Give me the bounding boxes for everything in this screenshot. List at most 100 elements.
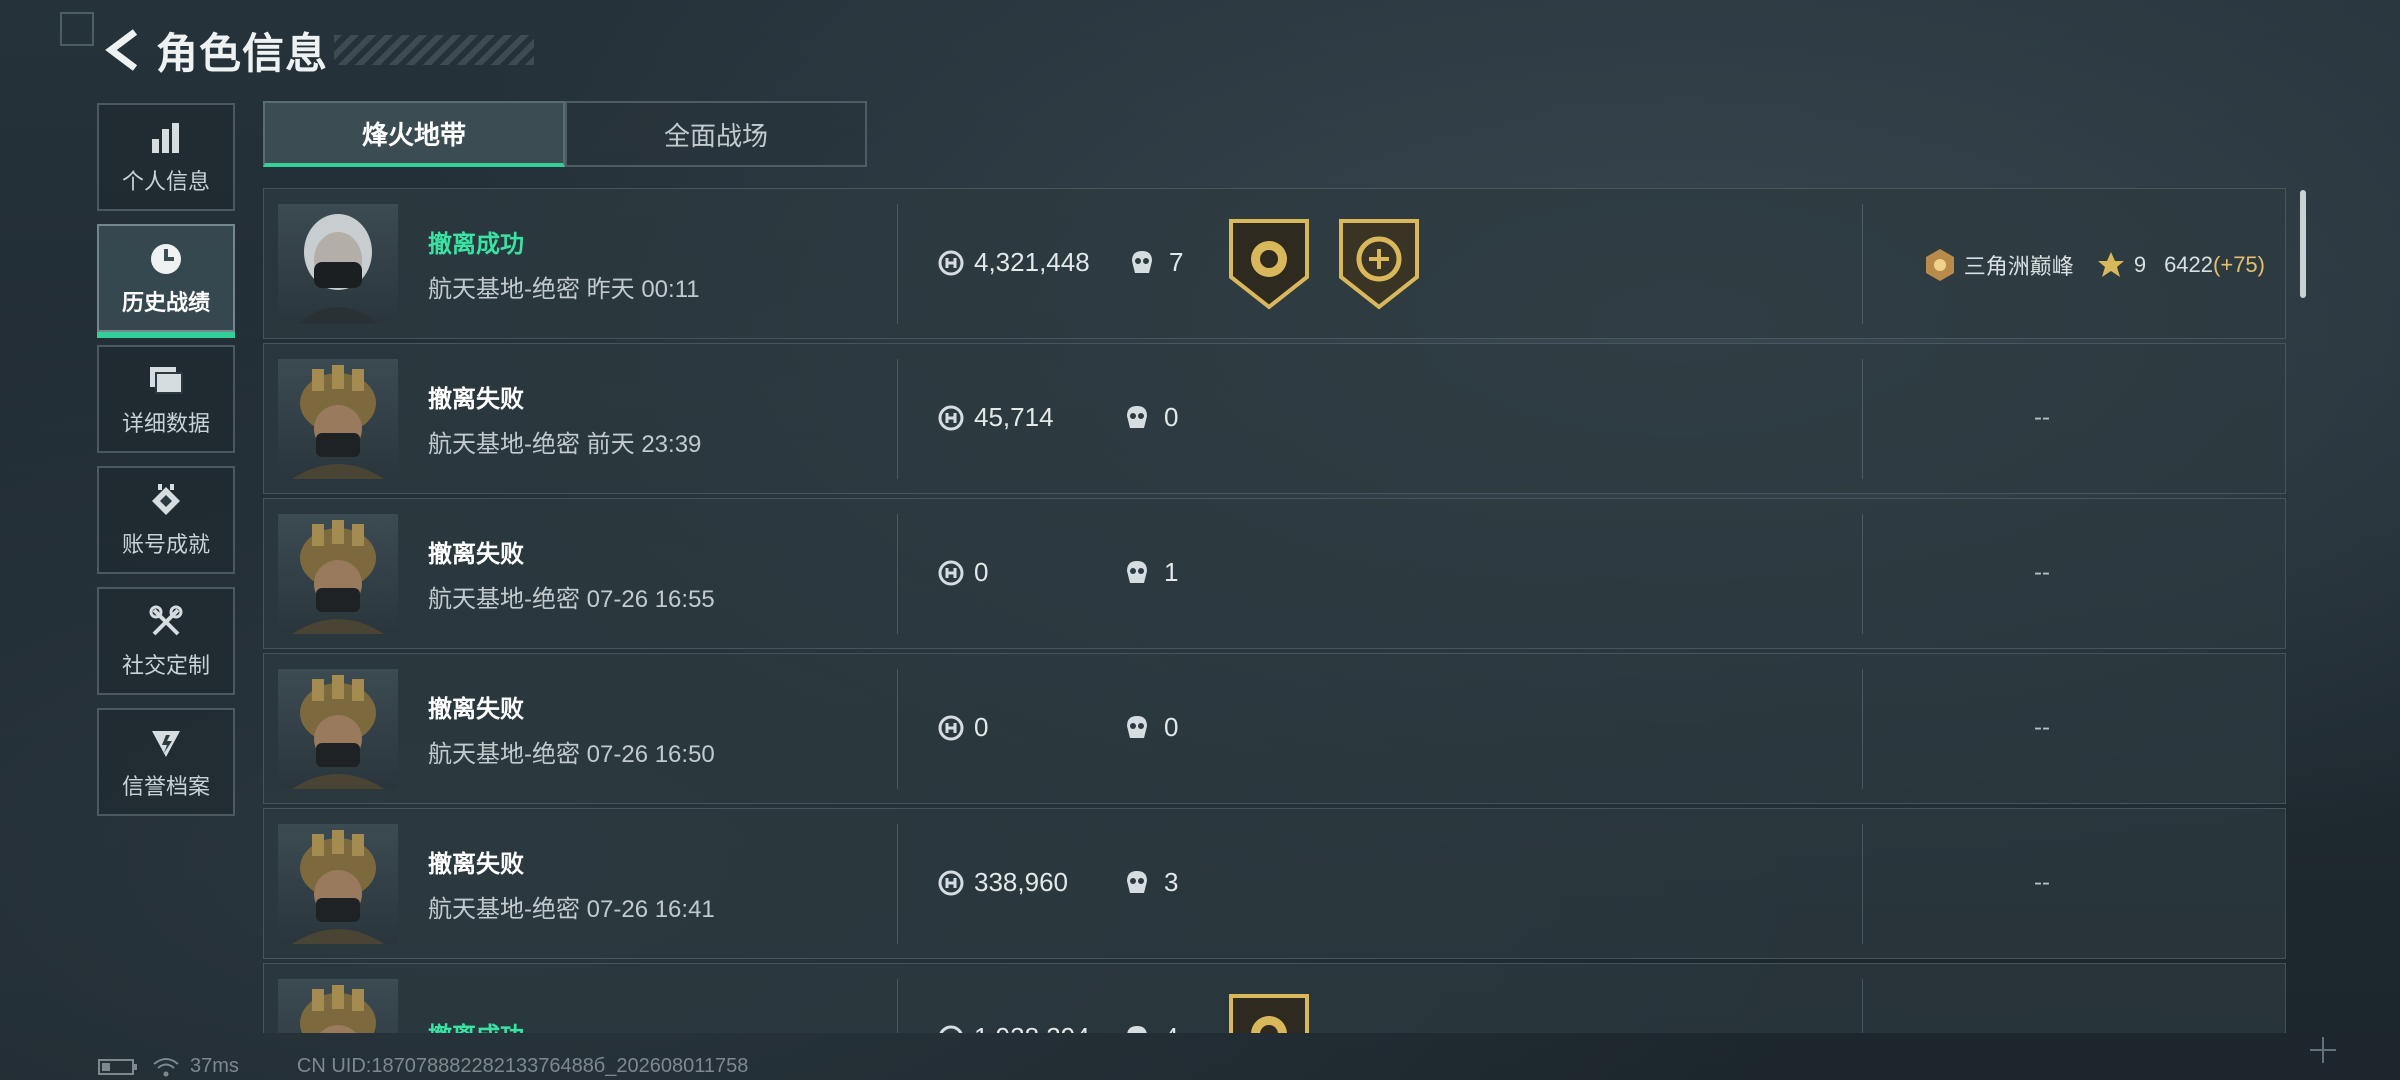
kills-value: 4: [1164, 1022, 1178, 1033]
sidebar-item-personal-info[interactable]: 个人信息: [97, 103, 235, 211]
map-and-time: 航天基地-绝密 07-26 16:50: [428, 740, 715, 768]
rank-info: 三角洲巅峰 9 6422 (+75): [1922, 247, 2265, 283]
back-arrow-icon: [105, 29, 138, 71]
sidebar-item-history[interactable]: 历史战绩: [97, 224, 235, 338]
skull-icon: [1132, 250, 1152, 273]
match-info: 撤离失败 航天基地-绝密 07-26 16:41: [428, 844, 888, 924]
rank-stars: 9: [2133, 252, 2147, 277]
coin-icon: [938, 250, 964, 275]
match-row[interactable]: 撤离成功 1,928,294 4: [263, 963, 2286, 1033]
match-row[interactable]: 撤离成功 航天基地-绝密 昨天 00:11 4,321,448 7 三角洲巅峰 …: [263, 188, 2286, 339]
map-and-time: 航天基地-绝密 07-26 16:41: [428, 895, 715, 923]
skull-icon: [1127, 1025, 1147, 1033]
status-footer: 37ms CN UID:18707888228213376488б_202608…: [98, 1055, 748, 1078]
medal-badge-icon[interactable]: [1337, 217, 1421, 311]
coin-icon: [938, 870, 964, 895]
corner-decoration: [60, 12, 94, 46]
rank-placeholder: --: [2034, 869, 2050, 896]
money-value: 0: [974, 557, 989, 587]
tools-icon: [146, 602, 186, 642]
kills-stat: 4: [1124, 1022, 1178, 1033]
sidebar-item-reputation[interactable]: 信誉档案: [97, 708, 235, 816]
match-row[interactable]: 撤离失败 航天基地-绝密 07-26 16:55 0 1 --: [263, 498, 2286, 649]
kills-value: 0: [1164, 402, 1179, 432]
coin-icon: [938, 715, 964, 740]
divider: [1862, 204, 1863, 324]
money-value: 4,321,448: [974, 247, 1090, 277]
divider: [1862, 979, 1863, 1033]
sidebar-item-label: 历史战绩: [121, 290, 210, 315]
rank-placeholder: --: [2034, 559, 2050, 586]
kills-value: 0: [1164, 712, 1179, 742]
divider: [897, 979, 898, 1033]
divider: [1862, 669, 1863, 789]
kills-value: 7: [1169, 247, 1184, 277]
extraction-status: 撤离成功: [428, 1016, 888, 1033]
kills-stat: 7: [1129, 247, 1183, 278]
operator-avatar: [278, 358, 398, 479]
divider: [897, 359, 898, 479]
match-info: 撤离成功: [428, 1016, 888, 1033]
ping-value: 37ms: [190, 1055, 239, 1077]
operator-avatar: [278, 203, 398, 324]
match-row[interactable]: 撤离失败 航天基地-绝密 07-26 16:50 0 0 --: [263, 653, 2286, 804]
extraction-status: 撤离失败: [428, 695, 524, 723]
money-stat: 0: [938, 557, 988, 588]
kills-stat: 0: [1124, 402, 1178, 433]
skull-icon: [1127, 870, 1147, 893]
plus-icon: [2310, 1037, 2336, 1063]
money-value: 45,714: [974, 402, 1054, 432]
money-value: 1,928,294: [974, 1022, 1090, 1033]
sidebar-item-label: 详细数据: [121, 411, 210, 436]
sidebar-item-achievements[interactable]: 账号成就: [97, 466, 235, 574]
coin-icon: [938, 405, 964, 430]
page-header: 角色信息: [98, 22, 535, 78]
tab-full-battlefield[interactable]: 全面战场: [565, 101, 867, 167]
medal-badge-icon[interactable]: [1227, 217, 1311, 311]
divider: [897, 204, 898, 324]
divider: [897, 669, 898, 789]
operator-avatar: [278, 978, 398, 1033]
skull-icon: [1127, 405, 1147, 428]
divider: [897, 514, 898, 634]
match-row[interactable]: 撤离失败 航天基地-绝密 前天 23:39 45,714 0 --: [263, 343, 2286, 494]
user-uid: CN UID:18707888228213376488б_20260801175…: [296, 1055, 749, 1077]
map-and-time: 航天基地-绝密 07-26 16:55: [428, 585, 715, 613]
medal-badge-icon[interactable]: [1227, 992, 1311, 1033]
folder-icon: [146, 360, 186, 400]
extraction-status: 撤离成功: [428, 230, 524, 258]
match-row[interactable]: 撤离失败 航天基地-绝密 07-26 16:41 338,960 3 --: [263, 808, 2286, 959]
sidebar-item-social[interactable]: 社交定制: [97, 587, 235, 695]
list-scrollbar[interactable]: [2300, 190, 2306, 298]
rank-score-delta: (+75): [2213, 252, 2265, 277]
title-decoration: [334, 35, 535, 65]
coin-icon: [938, 560, 964, 585]
money-stat: 0: [938, 712, 988, 743]
page-title: 角色信息: [156, 29, 329, 77]
coin-icon: [939, 1025, 963, 1033]
divider: [1862, 359, 1863, 479]
sidebar-item-label: 信誉档案: [121, 774, 210, 799]
divider: [1862, 514, 1863, 634]
money-value: 0: [974, 712, 989, 742]
money-stat: 338,960: [938, 867, 1068, 898]
shield-icon: [146, 723, 186, 763]
match-info: 撤离失败 航天基地-绝密 07-26 16:55: [428, 534, 888, 614]
back-button[interactable]: [98, 25, 148, 75]
clock-icon: [146, 239, 186, 279]
extraction-status: 撤离失败: [428, 385, 524, 413]
sidebar: 个人信息 历史战绩 详细数据 账号成就 社交定制 信誉档案: [97, 103, 235, 829]
skull-icon: [1127, 715, 1147, 738]
kills-value: 3: [1164, 867, 1179, 897]
operator-avatar: [278, 823, 398, 944]
skull-icon: [1127, 560, 1147, 583]
sidebar-item-label: 社交定制: [121, 653, 210, 678]
sidebar-item-label: 账号成就: [121, 532, 210, 557]
money-stat: 45,714: [938, 402, 1054, 433]
sidebar-item-detailed-data[interactable]: 详细数据: [97, 345, 235, 453]
tab-hazard-zone[interactable]: 烽火地带: [263, 101, 565, 167]
divider: [1862, 824, 1863, 944]
money-value: 338,960: [974, 867, 1068, 897]
operator-avatar: [278, 668, 398, 789]
battery-icon: [98, 1058, 137, 1075]
